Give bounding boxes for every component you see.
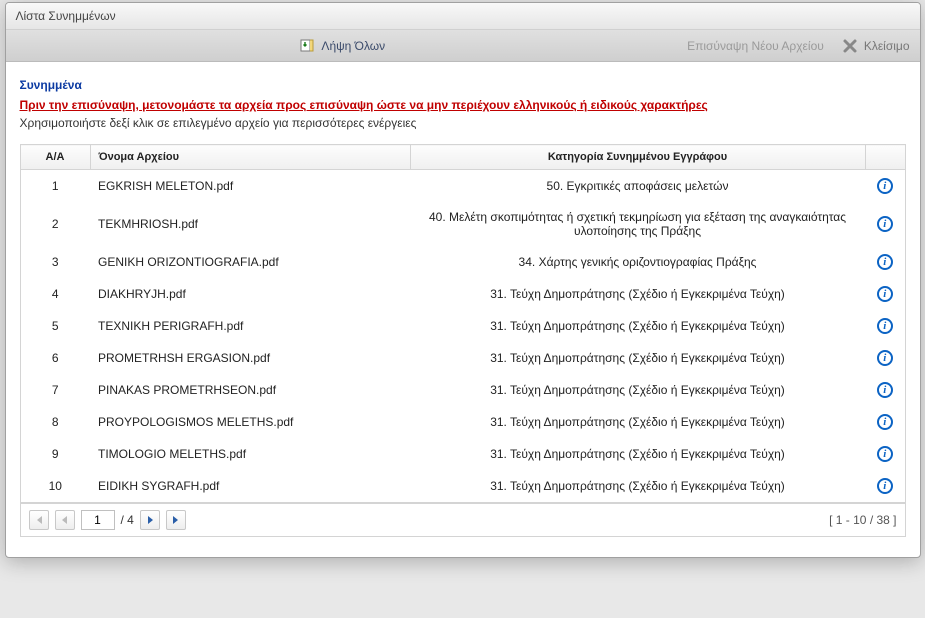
cell-aa: 6: [20, 342, 90, 374]
cell-category: 34. Χάρτης γενικής οριζοντιογραφίας Πράξ…: [410, 246, 865, 278]
cell-category: 50. Εγκριτικές αποφάσεις μελετών: [410, 170, 865, 203]
cell-aa: 1: [20, 170, 90, 203]
info-icon[interactable]: i: [877, 350, 893, 366]
rightclick-hint: Χρησιμοποιήστε δεξί κλικ σε επιλεγμένο α…: [20, 116, 906, 130]
cell-info: i: [865, 278, 905, 310]
cell-info: i: [865, 438, 905, 470]
attachments-table: A/A Όνομα Αρχείου Κατηγορία Συνημμένου Ε…: [20, 144, 906, 503]
table-row[interactable]: 5TEXNIKH PERIGRAFH.pdf31. Τεύχη Δημοπράτ…: [20, 310, 905, 342]
cell-aa: 3: [20, 246, 90, 278]
cell-filename: EIDIKH SYGRAFH.pdf: [90, 470, 410, 503]
table-row[interactable]: 2TEKMHRIOSH.pdf40. Μελέτη σκοπιμότητας ή…: [20, 202, 905, 246]
col-header-filename[interactable]: Όνομα Αρχείου: [90, 145, 410, 170]
cell-aa: 9: [20, 438, 90, 470]
col-header-info: [865, 145, 905, 170]
pager-first-button[interactable]: [29, 510, 49, 530]
attach-new-button: Επισύναψη Νέου Αρχείου: [687, 39, 824, 53]
cell-info: i: [865, 406, 905, 438]
dialog-toolbar: Λήψη Όλων Επισύναψη Νέου Αρχείου Κλείσιμ…: [6, 30, 920, 62]
info-icon[interactable]: i: [877, 286, 893, 302]
col-header-category[interactable]: Κατηγορία Συνημμένου Εγγράφου: [410, 145, 865, 170]
close-icon: [842, 38, 858, 54]
info-icon[interactable]: i: [877, 478, 893, 494]
cell-filename: TEXNIKH PERIGRAFH.pdf: [90, 310, 410, 342]
cell-filename: TIMOLOGIO MELETHS.pdf: [90, 438, 410, 470]
cell-category: 40. Μελέτη σκοπιμότητας ή σχετική τεκμηρ…: [410, 202, 865, 246]
cell-category: 31. Τεύχη Δημοπράτησης (Σχέδιο ή Εγκεκρι…: [410, 374, 865, 406]
cell-aa: 2: [20, 202, 90, 246]
info-icon[interactable]: i: [877, 318, 893, 334]
pager-next-button[interactable]: [140, 510, 160, 530]
cell-category: 31. Τεύχη Δημοπράτησης (Σχέδιο ή Εγκεκρι…: [410, 406, 865, 438]
table-header-row: A/A Όνομα Αρχείου Κατηγορία Συνημμένου Ε…: [20, 145, 905, 170]
cell-aa: 4: [20, 278, 90, 310]
cell-category: 31. Τεύχη Δημοπράτησης (Σχέδιο ή Εγκεκρι…: [410, 342, 865, 374]
cell-category: 31. Τεύχη Δημοπράτησης (Σχέδιο ή Εγκεκρι…: [410, 470, 865, 503]
table-row[interactable]: 3GENIKH ORIZONTIOGRAFIA.pdf34. Χάρτης γε…: [20, 246, 905, 278]
cell-info: i: [865, 170, 905, 203]
info-icon[interactable]: i: [877, 414, 893, 430]
close-label: Κλείσιμο: [864, 39, 910, 53]
table-row[interactable]: 4DIAKHRYJH.pdf31. Τεύχη Δημοπράτησης (Σχ…: [20, 278, 905, 310]
pager-total-pages: / 4: [121, 513, 134, 527]
info-icon[interactable]: i: [877, 178, 893, 194]
close-button[interactable]: Κλείσιμο: [842, 38, 910, 54]
download-all-label: Λήψη Όλων: [321, 39, 385, 53]
cell-category: 31. Τεύχη Δημοπράτησης (Σχέδιο ή Εγκεκρι…: [410, 278, 865, 310]
col-header-aa[interactable]: A/A: [20, 145, 90, 170]
cell-filename: TEKMHRIOSH.pdf: [90, 202, 410, 246]
cell-aa: 8: [20, 406, 90, 438]
table-pager: / 4 [ 1 - 10 / 38 ]: [20, 503, 906, 537]
cell-aa: 10: [20, 470, 90, 503]
cell-aa: 7: [20, 374, 90, 406]
table-row[interactable]: 10EIDIKH SYGRAFH.pdf31. Τεύχη Δημοπράτησ…: [20, 470, 905, 503]
last-icon: [172, 516, 180, 524]
cell-category: 31. Τεύχη Δημοπράτησης (Σχέδιο ή Εγκεκρι…: [410, 438, 865, 470]
dialog-title: Λίστα Συνημμένων: [16, 9, 116, 23]
pager-prev-button[interactable]: [55, 510, 75, 530]
pager-range: [ 1 - 10 / 38 ]: [829, 513, 896, 527]
pager-page-input[interactable]: [81, 510, 115, 530]
download-icon: [299, 38, 315, 54]
cell-filename: EGKRISH MELETON.pdf: [90, 170, 410, 203]
info-icon[interactable]: i: [877, 382, 893, 398]
cell-info: i: [865, 470, 905, 503]
dialog-titlebar: Λίστα Συνημμένων: [6, 3, 920, 30]
cell-filename: PROYPOLOGISMOS MELETHS.pdf: [90, 406, 410, 438]
dialog-content: Συνημμένα Πριν την επισύναψη, μετονομάστ…: [6, 62, 920, 557]
table-row[interactable]: 6PROMETRHSH ERGASION.pdf31. Τεύχη Δημοπρ…: [20, 342, 905, 374]
download-all-button[interactable]: Λήψη Όλων: [299, 38, 385, 54]
cell-info: i: [865, 374, 905, 406]
section-title: Συνημμένα: [20, 78, 906, 92]
next-icon: [146, 516, 154, 524]
cell-category: 31. Τεύχη Δημοπράτησης (Σχέδιο ή Εγκεκρι…: [410, 310, 865, 342]
info-icon[interactable]: i: [877, 216, 893, 232]
cell-info: i: [865, 342, 905, 374]
table-row[interactable]: 8PROYPOLOGISMOS MELETHS.pdf31. Τεύχη Δημ…: [20, 406, 905, 438]
cell-info: i: [865, 202, 905, 246]
cell-info: i: [865, 310, 905, 342]
table-row[interactable]: 9TIMOLOGIO MELETHS.pdf31. Τεύχη Δημοπράτ…: [20, 438, 905, 470]
info-icon[interactable]: i: [877, 254, 893, 270]
info-icon[interactable]: i: [877, 446, 893, 462]
table-row[interactable]: 7PINAKAS PROMETRHSEON.pdf31. Τεύχη Δημοπ…: [20, 374, 905, 406]
cell-filename: PROMETRHSH ERGASION.pdf: [90, 342, 410, 374]
cell-aa: 5: [20, 310, 90, 342]
attachments-dialog: Λίστα Συνημμένων Λήψη Όλων Επισύναψη Νέο…: [5, 2, 921, 558]
cell-filename: GENIKH ORIZONTIOGRAFIA.pdf: [90, 246, 410, 278]
cell-filename: DIAKHRYJH.pdf: [90, 278, 410, 310]
cell-info: i: [865, 246, 905, 278]
rename-warning: Πριν την επισύναψη, μετονομάστε τα αρχεί…: [20, 98, 906, 112]
attach-new-label: Επισύναψη Νέου Αρχείου: [687, 39, 824, 53]
cell-filename: PINAKAS PROMETRHSEON.pdf: [90, 374, 410, 406]
table-row[interactable]: 1EGKRISH MELETON.pdf50. Εγκριτικές αποφά…: [20, 170, 905, 203]
first-icon: [35, 516, 43, 524]
prev-icon: [61, 516, 69, 524]
pager-last-button[interactable]: [166, 510, 186, 530]
